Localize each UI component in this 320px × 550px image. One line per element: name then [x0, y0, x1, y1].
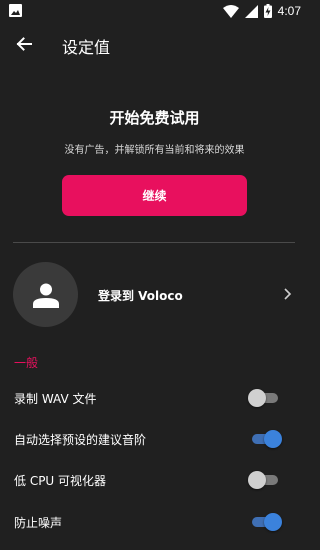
battery-charging-icon	[263, 4, 272, 18]
toggle-switch[interactable]	[248, 513, 284, 531]
person-icon	[32, 283, 59, 308]
toggle-thumb	[248, 471, 266, 489]
toggle-thumb	[264, 513, 282, 531]
setting-row-record-wav[interactable]: 录制 WAV 文件	[0, 380, 309, 416]
toggle-thumb	[264, 430, 282, 448]
avatar	[13, 262, 78, 327]
login-row[interactable]: 登录到 Voloco	[0, 262, 309, 328]
setting-label: 低 CPU 可视化器	[14, 474, 107, 488]
toggle-switch[interactable]	[248, 430, 284, 448]
toolbar: 设定值	[0, 22, 309, 66]
arrow-back-icon	[16, 37, 32, 51]
image-icon	[9, 4, 22, 17]
login-label: 登录到 Voloco	[98, 289, 183, 303]
promo-title: 开始免费试用	[109, 109, 200, 127]
setting-row-auto-scale[interactable]: 自动选择预设的建议音阶	[0, 421, 309, 457]
toggle-switch[interactable]	[248, 389, 284, 407]
setting-row-prevent-noise[interactable]: 防止噪声	[0, 504, 309, 540]
status-bar: 4:07	[0, 0, 309, 22]
divider	[13, 242, 295, 243]
back-button[interactable]	[10, 30, 38, 58]
toggle-thumb	[248, 389, 266, 407]
setting-label: 自动选择预设的建议音阶	[14, 433, 147, 447]
setting-row-low-cpu-visualizer[interactable]: 低 CPU 可视化器	[0, 462, 309, 498]
wifi-icon	[222, 4, 239, 18]
page-title: 设定值	[62, 38, 111, 57]
setting-label: 录制 WAV 文件	[14, 392, 97, 406]
promo-subtitle: 没有广告，并解锁所有当前和将来的效果	[64, 145, 245, 156]
setting-label: 防止噪声	[14, 516, 63, 530]
chevron-right-icon	[284, 288, 292, 300]
continue-button[interactable]: 继续	[62, 175, 247, 216]
signal-icon	[244, 4, 258, 18]
section-header-general: 一般	[14, 356, 39, 370]
status-indicators: 4:07	[222, 2, 301, 20]
toggle-switch[interactable]	[248, 471, 284, 489]
status-time: 4:07	[277, 4, 301, 18]
